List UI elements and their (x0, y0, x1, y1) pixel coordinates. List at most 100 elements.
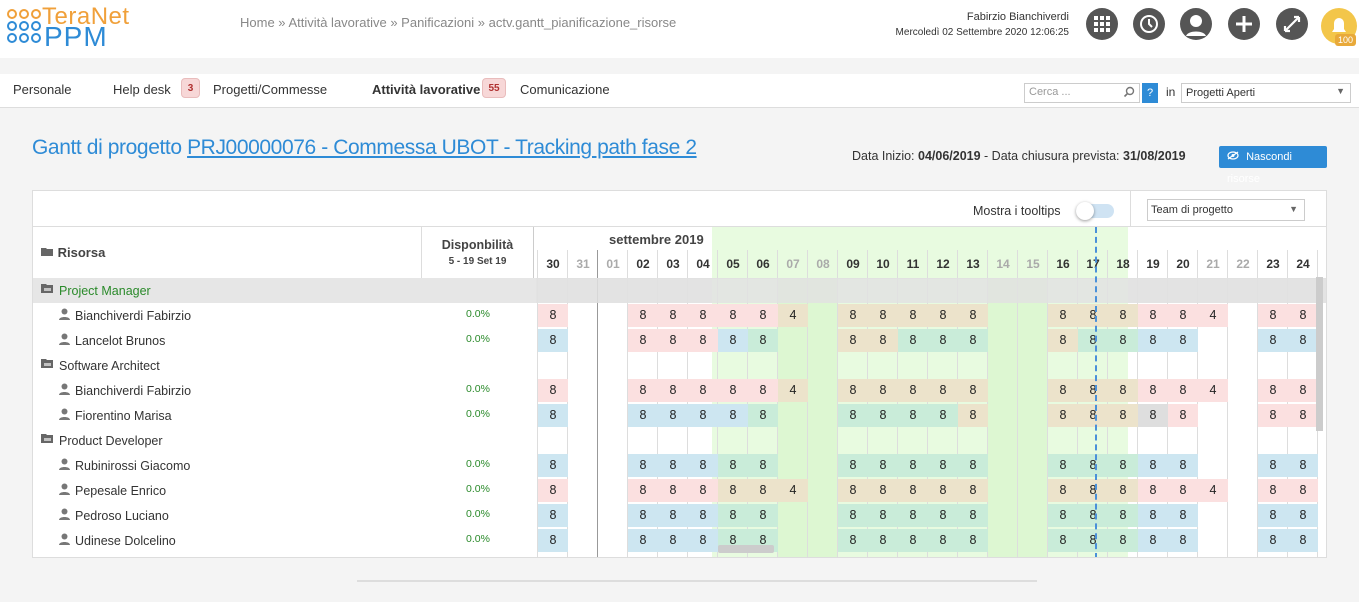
allocation-cell[interactable]: 8 (1168, 454, 1198, 477)
allocation-cell[interactable]: 8 (928, 404, 958, 427)
allocation-cell[interactable]: 8 (1078, 454, 1108, 477)
allocation-cell[interactable]: 8 (748, 404, 778, 427)
history-icon[interactable] (1133, 8, 1165, 40)
nav-comunicazione[interactable]: Comunicazione (520, 82, 610, 97)
allocation-cell[interactable]: 8 (868, 379, 898, 402)
allocation-cell[interactable]: 8 (958, 304, 988, 327)
allocation-cell[interactable]: 8 (1138, 304, 1168, 327)
breadcrumb-item[interactable]: Panificazioni (401, 15, 474, 30)
allocation-cell[interactable]: 8 (658, 379, 688, 402)
allocation-cell[interactable]: 8 (898, 379, 928, 402)
allocation-cell[interactable]: 8 (718, 329, 748, 352)
allocation-cell[interactable]: 8 (1138, 379, 1168, 402)
allocation-cell[interactable]: 8 (838, 379, 868, 402)
allocation-cell[interactable]: 8 (1288, 529, 1318, 552)
vertical-scrollbar[interactable] (1316, 277, 1323, 431)
allocation-cell[interactable]: 8 (688, 304, 718, 327)
allocation-cell[interactable]: 8 (1258, 504, 1288, 527)
allocation-cell[interactable]: 8 (748, 379, 778, 402)
allocation-cell[interactable]: 8 (688, 504, 718, 527)
allocation-cell[interactable]: 8 (1258, 454, 1288, 477)
allocation-cell[interactable]: 8 (688, 454, 718, 477)
allocation-cell[interactable]: 8 (1138, 454, 1168, 477)
allocation-cell[interactable]: 8 (628, 529, 658, 552)
allocation-cell[interactable]: 8 (628, 379, 658, 402)
allocation-cell[interactable]: 8 (898, 504, 928, 527)
allocation-cell[interactable]: 8 (658, 454, 688, 477)
allocation-cell[interactable]: 8 (628, 304, 658, 327)
allocation-cell[interactable]: 8 (628, 404, 658, 427)
allocation-cell[interactable]: 8 (928, 529, 958, 552)
allocation-cell[interactable]: 8 (868, 304, 898, 327)
nav-help-desk[interactable]: Help desk (113, 82, 171, 97)
allocation-cell[interactable]: 8 (1288, 329, 1318, 352)
team-select[interactable]: Team di progetto ▼ (1147, 199, 1305, 221)
allocation-cell[interactable]: 8 (838, 304, 868, 327)
allocation-cell[interactable]: 8 (1048, 454, 1078, 477)
allocation-cell[interactable]: 8 (538, 454, 568, 477)
allocation-cell[interactable]: 8 (1078, 329, 1108, 352)
allocation-cell[interactable]: 8 (1168, 529, 1198, 552)
allocation-cell[interactable]: 8 (1288, 404, 1318, 427)
grid-icon[interactable] (1086, 8, 1118, 40)
nav-progetti[interactable]: Progetti/Commesse (213, 82, 327, 97)
allocation-cell[interactable]: 8 (1108, 479, 1138, 502)
allocation-cell[interactable]: 8 (538, 479, 568, 502)
allocation-cell[interactable]: 8 (1288, 479, 1318, 502)
allocation-cell[interactable]: 8 (1108, 529, 1138, 552)
allocation-cell[interactable]: 8 (538, 404, 568, 427)
allocation-cell[interactable]: 4 (778, 304, 808, 327)
horizontal-scrollbar[interactable] (718, 545, 774, 553)
allocation-cell[interactable]: 8 (898, 404, 928, 427)
allocation-cell[interactable]: 8 (928, 454, 958, 477)
bell-icon[interactable]: 100 (1321, 8, 1357, 46)
allocation-cell[interactable]: 8 (748, 454, 778, 477)
add-icon[interactable] (1228, 8, 1260, 40)
allocation-cell[interactable]: 8 (688, 479, 718, 502)
allocation-cell[interactable]: 8 (688, 379, 718, 402)
allocation-cell[interactable]: 8 (538, 504, 568, 527)
allocation-cell[interactable]: 8 (928, 379, 958, 402)
allocation-cell[interactable]: 8 (748, 304, 778, 327)
allocation-cell[interactable]: 8 (958, 329, 988, 352)
allocation-cell[interactable]: 8 (1288, 304, 1318, 327)
allocation-cell[interactable]: 8 (958, 529, 988, 552)
allocation-cell[interactable]: 8 (1108, 404, 1138, 427)
help-button[interactable]: ? (1142, 83, 1158, 103)
allocation-cell[interactable]: 8 (1048, 479, 1078, 502)
allocation-cell[interactable]: 8 (1258, 479, 1288, 502)
allocation-cell[interactable]: 4 (1198, 304, 1228, 327)
allocation-cell[interactable]: 8 (718, 304, 748, 327)
allocation-cell[interactable]: 8 (1138, 504, 1168, 527)
allocation-cell[interactable]: 8 (1108, 504, 1138, 527)
search-input[interactable]: Cerca ... (1024, 83, 1140, 103)
allocation-cell[interactable]: 8 (1138, 404, 1168, 427)
allocation-cell[interactable]: 8 (868, 479, 898, 502)
allocation-cell[interactable]: 8 (1258, 304, 1288, 327)
allocation-cell[interactable]: 8 (1078, 504, 1108, 527)
allocation-cell[interactable]: 8 (1108, 329, 1138, 352)
allocation-cell[interactable]: 8 (898, 454, 928, 477)
allocation-cell[interactable]: 8 (718, 379, 748, 402)
allocation-cell[interactable]: 8 (898, 304, 928, 327)
allocation-cell[interactable]: 8 (868, 504, 898, 527)
allocation-cell[interactable]: 8 (718, 479, 748, 502)
allocation-cell[interactable]: 8 (838, 504, 868, 527)
nav-personale[interactable]: Personale (13, 82, 72, 97)
allocation-cell[interactable]: 8 (898, 329, 928, 352)
allocation-cell[interactable]: 8 (748, 479, 778, 502)
allocation-cell[interactable]: 8 (838, 529, 868, 552)
allocation-cell[interactable]: 8 (658, 329, 688, 352)
user-icon[interactable] (1180, 8, 1212, 40)
breadcrumb-item[interactable]: Attività lavorative (288, 15, 386, 30)
allocation-cell[interactable]: 8 (658, 504, 688, 527)
allocation-cell[interactable]: 8 (928, 504, 958, 527)
allocation-cell[interactable]: 8 (658, 479, 688, 502)
tooltips-toggle[interactable] (1076, 202, 1114, 220)
allocation-cell[interactable]: 8 (1288, 454, 1318, 477)
allocation-cell[interactable]: 8 (1258, 329, 1288, 352)
allocation-cell[interactable]: 8 (1078, 529, 1108, 552)
allocation-cell[interactable]: 8 (1048, 404, 1078, 427)
allocation-cell[interactable]: 8 (718, 454, 748, 477)
breadcrumb-item[interactable]: Home (240, 15, 275, 30)
